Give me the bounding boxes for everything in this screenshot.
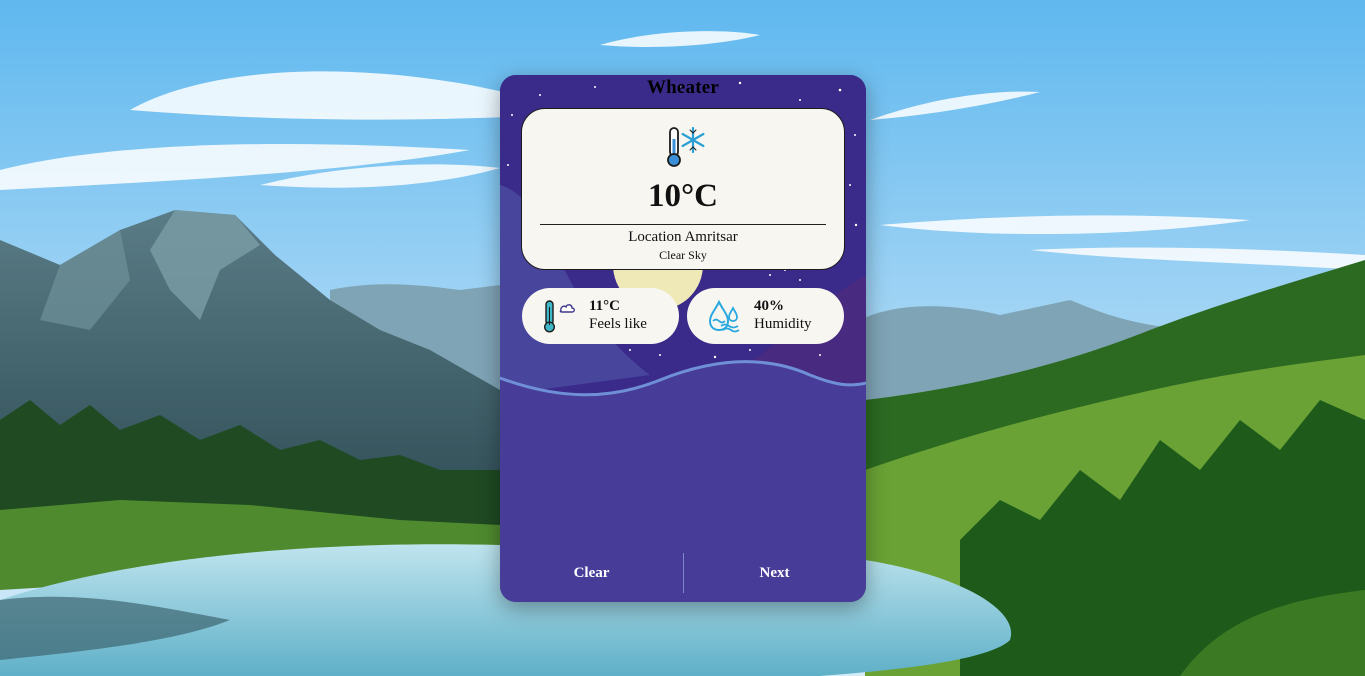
clear-button[interactable]: Clear (500, 553, 683, 593)
app-title: Wheater (646, 77, 720, 98)
next-button[interactable]: Next (683, 553, 866, 593)
current-temperature: 10°C (647, 178, 719, 214)
thermometer-snowflake-icon (667, 126, 705, 167)
humidity-value: 40% (754, 298, 784, 314)
condition-label: Clear Sky (659, 248, 707, 262)
current-weather-panel: 10°C Location Amritsar Clear Sky (521, 108, 845, 270)
humidity-card: 40% Humidity (687, 288, 844, 344)
thermometer-cloud-icon (543, 300, 575, 333)
feels-like-label: Feels like (589, 316, 647, 332)
location-label: Location Amritsar (628, 229, 738, 245)
feels-like-card: 11°C Feels like (522, 288, 679, 344)
humidity-label: Humidity (754, 316, 812, 332)
feels-like-value: 11°C (589, 298, 621, 314)
water-drop-icon (708, 299, 740, 333)
weather-card: Wheater 10°C Location Amritsar Clear Sky (500, 75, 866, 602)
divider (540, 224, 826, 225)
